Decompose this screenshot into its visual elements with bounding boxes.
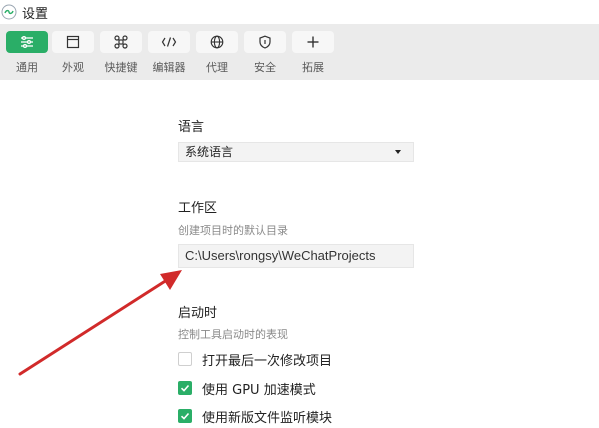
list-settings-icon bbox=[21, 35, 33, 49]
checkmark-icon bbox=[180, 412, 190, 420]
dropdown-caret-icon bbox=[395, 150, 401, 154]
tab-extensions[interactable]: 拓展 bbox=[292, 31, 336, 77]
code-brackets-icon bbox=[161, 37, 177, 47]
checkmark-icon bbox=[180, 384, 190, 392]
tab-proxy-button[interactable] bbox=[196, 31, 238, 53]
startup-option-label: 打开最后一次修改项目 bbox=[202, 353, 333, 369]
globe-icon bbox=[210, 35, 224, 49]
startup-option-label: 使用新版文件监听模块 bbox=[202, 410, 333, 426]
tab-editor[interactable]: 编辑器 bbox=[148, 31, 192, 77]
startup-section-title: 启动时 bbox=[178, 306, 218, 321]
checkbox[interactable] bbox=[178, 352, 192, 366]
startup-option-open-last-project[interactable]: 打开最后一次修改项目 bbox=[178, 351, 333, 369]
shield-icon bbox=[259, 35, 271, 49]
language-select[interactable]: 系统语言 bbox=[178, 142, 414, 162]
tab-general[interactable]: 通用 bbox=[6, 31, 50, 77]
startup-option-gpu-acceleration[interactable]: 使用 GPU 加速模式 bbox=[178, 380, 316, 398]
tab-extensions-label: 拓展 bbox=[302, 61, 324, 74]
tab-appearance[interactable]: 外观 bbox=[52, 31, 96, 77]
title-bar: 设置 bbox=[0, 0, 599, 24]
window-title: 设置 bbox=[22, 7, 49, 22]
workspace-section-title: 工作区 bbox=[178, 201, 218, 216]
tab-shortcuts-label: 快捷键 bbox=[104, 61, 138, 74]
settings-toolbar: 通用 外观 快捷键 编辑器 代理 安全 拓展 bbox=[0, 24, 599, 80]
startup-option-new-file-watcher[interactable]: 使用新版文件监听模块 bbox=[178, 408, 333, 426]
tab-editor-button[interactable] bbox=[148, 31, 190, 53]
tab-shortcuts-button[interactable] bbox=[100, 31, 142, 53]
tab-security-button[interactable] bbox=[244, 31, 286, 53]
window-icon bbox=[66, 35, 80, 49]
tab-proxy-label: 代理 bbox=[206, 61, 228, 74]
checkbox[interactable] bbox=[178, 381, 192, 395]
tab-security[interactable]: 安全 bbox=[244, 31, 288, 77]
workspace-hint: 创建项目时的默认目录 bbox=[178, 224, 288, 237]
language-select-value: 系统语言 bbox=[185, 145, 234, 159]
app-logo-icon bbox=[1, 4, 17, 20]
plus-icon bbox=[307, 36, 319, 48]
tab-shortcuts[interactable]: 快捷键 bbox=[100, 31, 144, 77]
tab-security-label: 安全 bbox=[254, 61, 276, 74]
checkbox[interactable] bbox=[178, 409, 192, 423]
startup-option-label: 使用 GPU 加速模式 bbox=[202, 382, 316, 398]
tab-extensions-button[interactable] bbox=[292, 31, 334, 53]
tab-general-button[interactable] bbox=[6, 31, 48, 53]
language-section-title: 语言 bbox=[178, 120, 205, 135]
tab-appearance-button[interactable] bbox=[52, 31, 94, 53]
command-key-icon bbox=[114, 35, 128, 49]
workspace-path-input[interactable]: C:\Users\rongsy\WeChatProjects bbox=[178, 244, 414, 268]
tab-editor-label: 编辑器 bbox=[152, 61, 186, 74]
tab-proxy[interactable]: 代理 bbox=[196, 31, 240, 77]
startup-hint: 控制工具启动时的表现 bbox=[178, 328, 288, 341]
tab-appearance-label: 外观 bbox=[62, 61, 84, 74]
